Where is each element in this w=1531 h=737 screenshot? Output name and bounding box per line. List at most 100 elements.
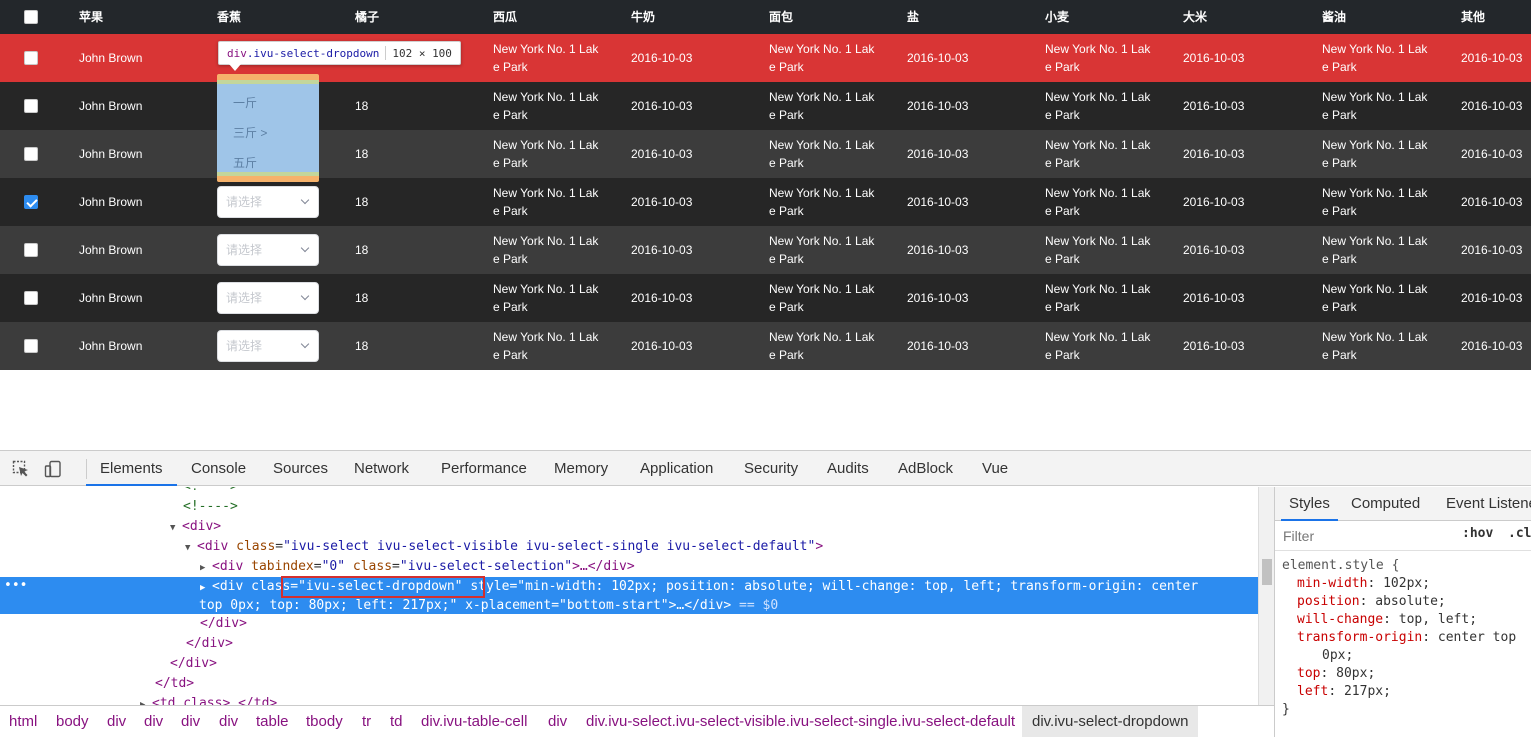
breadcrumb-item[interactable]: div.ivu-table-cell bbox=[421, 706, 527, 737]
inspect-element-icon[interactable] bbox=[12, 460, 30, 478]
select-all-checkbox-cell[interactable] bbox=[24, 0, 38, 34]
column-header[interactable]: 西瓜 bbox=[493, 0, 603, 34]
breadcrumb-item[interactable]: tbody bbox=[306, 706, 343, 737]
address-cell: New York No. 1 Lake Park bbox=[1322, 186, 1428, 218]
dom-node[interactable]: ▼ <div> bbox=[0, 517, 1258, 537]
dom-node-close[interactable]: </div> bbox=[0, 634, 1258, 654]
breadcrumb-item[interactable]: div bbox=[548, 706, 567, 737]
breadcrumb-item[interactable]: td bbox=[390, 706, 403, 737]
css-declaration[interactable]: left: 217px; bbox=[1282, 683, 1531, 701]
dom-node-selected[interactable]: ••• ▶ <div class="ivu-select-dropdown" st… bbox=[0, 576, 1258, 614]
breadcrumb-item[interactable]: div.ivu-select.ivu-select-visible.ivu-se… bbox=[586, 706, 1015, 737]
row-checkbox-cell[interactable] bbox=[24, 178, 38, 226]
row-checkbox-cell[interactable] bbox=[24, 274, 38, 322]
dom-node-close[interactable]: </td> bbox=[0, 674, 1258, 694]
row-checkbox[interactable] bbox=[24, 99, 38, 113]
table-row[interactable]: John Brown 请选择 18 New York No. 1 Lake Park N… bbox=[0, 274, 1531, 322]
row-checkbox[interactable] bbox=[24, 51, 38, 65]
breadcrumb-item[interactable]: html bbox=[9, 706, 37, 737]
row-checkbox[interactable] bbox=[24, 339, 38, 353]
tab-security[interactable]: Security bbox=[744, 451, 798, 486]
dom-node[interactable]: ▼ <div class="ivu-select ivu-select-visib… bbox=[0, 537, 1258, 557]
select-input[interactable]: 请选择 bbox=[217, 234, 319, 266]
breadcrumb-item[interactable]: div bbox=[144, 706, 163, 737]
column-header[interactable]: 牛奶 bbox=[631, 0, 655, 34]
row-checkbox-cell[interactable] bbox=[24, 34, 38, 82]
name-cell: John Brown bbox=[79, 291, 143, 305]
tab-elements[interactable]: Elements bbox=[86, 451, 176, 486]
tab-computed[interactable]: Computed bbox=[1351, 487, 1420, 521]
dom-scrollbar[interactable] bbox=[1258, 487, 1274, 705]
breadcrumb-item[interactable]: table bbox=[256, 706, 289, 737]
tab-styles[interactable]: Styles bbox=[1281, 487, 1338, 521]
select-cell: 请选择 bbox=[217, 178, 319, 226]
tab-memory[interactable]: Memory bbox=[554, 451, 608, 486]
row-checkbox-cell[interactable] bbox=[24, 82, 38, 130]
tab-network[interactable]: Network bbox=[354, 451, 409, 486]
column-header[interactable]: 其他 bbox=[1461, 0, 1485, 34]
dropdown-option[interactable]: 五斤 bbox=[233, 154, 257, 171]
hov-toggle[interactable]: :hov bbox=[1462, 526, 1493, 541]
dom-node-comment[interactable]: <!----> bbox=[0, 497, 1258, 517]
tab-event-listeners[interactable]: Event Listeners bbox=[1446, 487, 1531, 521]
column-header[interactable]: 香蕉 bbox=[217, 0, 241, 34]
device-toolbar-icon[interactable] bbox=[44, 460, 62, 478]
name-cell: John Brown bbox=[79, 243, 143, 257]
address-cell: New York No. 1 Lake Park bbox=[1322, 42, 1428, 74]
dropdown-option[interactable]: 三斤 > bbox=[233, 124, 267, 141]
name-cell: John Brown bbox=[79, 195, 143, 209]
breadcrumb-item[interactable]: div bbox=[219, 706, 238, 737]
tab-sources[interactable]: Sources bbox=[273, 451, 328, 486]
row-checkbox-cell[interactable] bbox=[24, 130, 38, 178]
css-declaration[interactable]: top: 80px; bbox=[1282, 665, 1531, 683]
breadcrumb-item[interactable]: div bbox=[181, 706, 200, 737]
row-checkbox[interactable] bbox=[24, 195, 38, 209]
css-declaration[interactable]: 0px; bbox=[1282, 647, 1531, 665]
dom-node-close[interactable]: </div> bbox=[0, 654, 1258, 674]
tab-vue[interactable]: Vue bbox=[982, 451, 1008, 486]
breadcrumb-item[interactable]: div bbox=[107, 706, 126, 737]
tab-application[interactable]: Application bbox=[640, 451, 713, 486]
dom-node-comment[interactable]: <!----> bbox=[0, 487, 1258, 497]
select-input[interactable]: 请选择 bbox=[217, 330, 319, 362]
breadcrumb-item[interactable]: div.ivu-select-dropdown bbox=[1022, 706, 1199, 737]
column-header[interactable]: 小麦 bbox=[1045, 0, 1155, 34]
table-row[interactable]: John Brown 请选择 18 New York No. 1 Lake Park N… bbox=[0, 178, 1531, 226]
row-checkbox-cell[interactable] bbox=[24, 226, 38, 274]
date-cell: 2016-10-03 bbox=[631, 243, 693, 257]
column-header[interactable]: 酱油 bbox=[1322, 0, 1432, 34]
address-cell: New York No. 1 Lake Park bbox=[1045, 282, 1151, 314]
column-header[interactable]: 苹果 bbox=[79, 0, 103, 34]
dom-node[interactable]: ▶ <div tabindex="0" class="ivu-select-sel… bbox=[0, 557, 1258, 577]
dom-node-close[interactable]: </div> bbox=[0, 614, 1258, 634]
column-header[interactable]: 大米 bbox=[1183, 0, 1207, 34]
select-all-checkbox[interactable] bbox=[24, 10, 38, 24]
row-checkbox[interactable] bbox=[24, 243, 38, 257]
breadcrumb-item[interactable]: body bbox=[56, 706, 89, 737]
styles-pane: Styles Computed Event Listeners :hov .cl… bbox=[1274, 487, 1531, 737]
table-row[interactable]: John Brown 请选择 18 New York No. 1 Lake Park N… bbox=[0, 226, 1531, 274]
css-declaration[interactable]: position: absolute; bbox=[1282, 593, 1531, 611]
css-declaration[interactable]: will-change: top, left; bbox=[1282, 611, 1531, 629]
select-input[interactable]: 请选择 bbox=[217, 186, 319, 218]
row-checkbox[interactable] bbox=[24, 147, 38, 161]
tab-audits[interactable]: Audits bbox=[827, 451, 869, 486]
dropdown-option[interactable]: 一斤 bbox=[233, 94, 257, 111]
breadcrumb-item[interactable]: tr bbox=[362, 706, 371, 737]
dom-node[interactable]: ▶ <td class>…</td> bbox=[0, 694, 1258, 705]
styles-filter-input[interactable] bbox=[1281, 525, 1447, 547]
table-row[interactable]: John Brown 请选择 18 New York No. 1 Lake Park N… bbox=[0, 322, 1531, 370]
row-checkbox-cell[interactable] bbox=[24, 322, 38, 370]
row-checkbox[interactable] bbox=[24, 291, 38, 305]
tab-adblock[interactable]: AdBlock bbox=[898, 451, 953, 486]
css-declaration[interactable]: transform-origin: center top bbox=[1282, 629, 1531, 647]
select-input[interactable]: 请选择 bbox=[217, 282, 319, 314]
date-cell: 2016-10-03 bbox=[1183, 99, 1245, 113]
css-declaration[interactable]: min-width: 102px; bbox=[1282, 575, 1531, 593]
tab-performance[interactable]: Performance bbox=[441, 451, 527, 486]
cls-toggle[interactable]: .cls bbox=[1508, 526, 1531, 541]
column-header[interactable]: 盐 bbox=[907, 0, 919, 34]
tab-console[interactable]: Console bbox=[191, 451, 246, 486]
column-header[interactable]: 橘子 bbox=[355, 0, 379, 34]
column-header[interactable]: 面包 bbox=[769, 0, 879, 34]
